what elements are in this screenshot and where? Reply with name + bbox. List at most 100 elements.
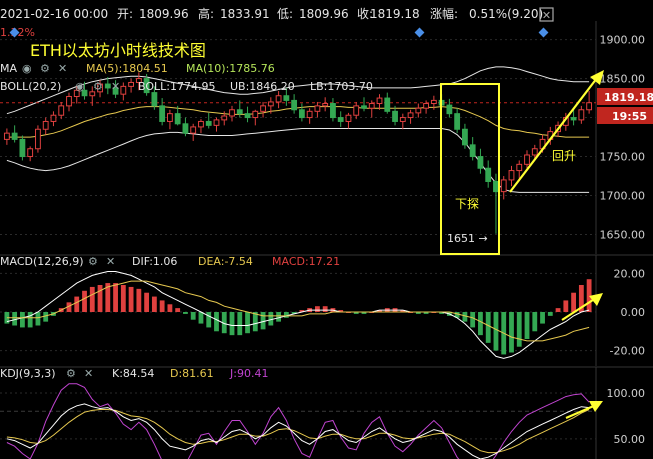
kdj-label: KDJ(9,3,3)	[0, 367, 56, 380]
macd-bar	[283, 312, 289, 318]
candle	[244, 106, 251, 123]
kdj-k-value: K:84.54	[112, 367, 154, 380]
candle-body	[35, 128, 41, 150]
event-diamond-icon[interactable]	[538, 27, 549, 38]
kdj-d-value: D:81.61	[170, 367, 214, 380]
header-change: 0.51%(9.20)	[469, 7, 543, 21]
candle-body	[50, 114, 57, 122]
candle	[128, 78, 134, 93]
macd-bar	[586, 279, 592, 312]
price-tags: 1819.18 19:55	[597, 88, 653, 124]
trend-arrow-main	[509, 77, 598, 193]
candle	[19, 135, 26, 161]
candle	[104, 77, 111, 95]
close-icon[interactable]: ✕	[111, 80, 120, 93]
candle-body	[384, 97, 391, 112]
macd-bar	[27, 312, 33, 328]
candle-body	[104, 83, 111, 89]
price-tag: 1819.18	[604, 91, 653, 104]
macd-bar	[245, 312, 250, 334]
macd-bar	[89, 286, 95, 312]
candle-body	[531, 148, 538, 156]
eye-icon[interactable]: ◉	[75, 80, 85, 93]
settings-gear-icon[interactable]: ✕	[539, 7, 554, 22]
candle-body	[415, 107, 422, 114]
candle-body	[462, 128, 468, 146]
boll-mid-line	[6, 106, 590, 138]
annotation-low: 1651 →	[447, 232, 488, 245]
candle-body	[298, 109, 305, 119]
ma-legend: MA ◉ ⚙ ✕ MA(5):1804.51 MA(10):1785.76	[0, 62, 275, 75]
candle-body	[260, 105, 266, 112]
candle-body	[376, 97, 383, 105]
candle	[337, 111, 344, 127]
candle-body	[167, 113, 173, 122]
header-low-label: 低:	[277, 7, 293, 21]
candle-body	[306, 110, 313, 119]
settings-icon[interactable]: ⚙	[93, 80, 103, 93]
macd-bar	[516, 312, 522, 347]
boll-label: BOLL(20,2)	[0, 80, 61, 93]
close-icon[interactable]: ✕	[58, 62, 67, 75]
kdj-legend: KDJ(9,3,3) ⚙ ✕ K:84.54 D:81.61 J:90.41	[0, 367, 268, 380]
candle-body	[493, 180, 499, 193]
candle	[252, 109, 259, 126]
macd-bar	[82, 290, 87, 312]
ma10-value: MA(10):1785.76	[186, 62, 275, 75]
boll-ub-value: UB:1846.20	[230, 80, 295, 93]
macd-bar	[315, 306, 320, 312]
close-icon[interactable]: ✕	[84, 367, 93, 380]
time-tag: 19:55	[612, 110, 647, 123]
candle-body	[11, 132, 18, 140]
macd-bar	[485, 312, 491, 343]
header-low: 1809.96	[299, 7, 349, 21]
candle	[454, 108, 461, 134]
annotation-up: 回升	[552, 149, 576, 163]
header-open: 1809.96	[139, 7, 189, 21]
macd-bar	[12, 312, 18, 326]
close-icon[interactable]: ✕	[106, 255, 115, 268]
candle-body	[508, 170, 515, 181]
candle	[493, 173, 499, 234]
y-tick-label: 0.00	[621, 306, 646, 319]
header-high: 1833.91	[220, 7, 270, 21]
settings-icon[interactable]: ⚙	[66, 367, 76, 380]
candle	[42, 117, 49, 135]
candle	[508, 165, 515, 187]
chart-canvas: 1900.001850.001800.001750.001700.001650.…	[0, 6, 653, 459]
candle-body	[368, 103, 375, 109]
macd-bar	[120, 285, 126, 312]
candle-body	[330, 103, 336, 119]
candle-body	[283, 95, 290, 101]
candle	[392, 105, 398, 126]
ma-label: MA	[0, 62, 17, 75]
candle-body	[159, 105, 166, 122]
candle	[229, 105, 235, 122]
macd-bar	[151, 296, 157, 312]
macd-bar	[183, 312, 188, 314]
candle-body	[151, 92, 158, 107]
macd-bar	[20, 312, 25, 328]
candle	[11, 125, 18, 143]
candle	[376, 94, 383, 110]
svg-text:✕: ✕	[542, 9, 551, 22]
event-diamond-icon[interactable]	[414, 27, 425, 38]
macd-hist-value: MACD:17.21	[272, 255, 340, 268]
y-tick-label: 1650.00	[600, 229, 646, 242]
candle	[213, 117, 220, 132]
candle	[462, 123, 468, 149]
settings-icon[interactable]: ⚙	[40, 62, 50, 75]
candle	[159, 98, 166, 126]
eye-icon[interactable]: ◉	[22, 62, 32, 75]
candle-body	[213, 119, 220, 126]
candle-body	[229, 109, 235, 117]
settings-icon[interactable]: ⚙	[88, 255, 98, 268]
candle-body	[516, 163, 523, 172]
macd-bar	[198, 312, 204, 324]
candle-body	[423, 103, 429, 109]
macd-bar	[532, 312, 538, 332]
candle-body	[275, 95, 282, 103]
candle	[586, 91, 593, 114]
macd-bar	[97, 285, 103, 312]
candle	[27, 146, 34, 162]
